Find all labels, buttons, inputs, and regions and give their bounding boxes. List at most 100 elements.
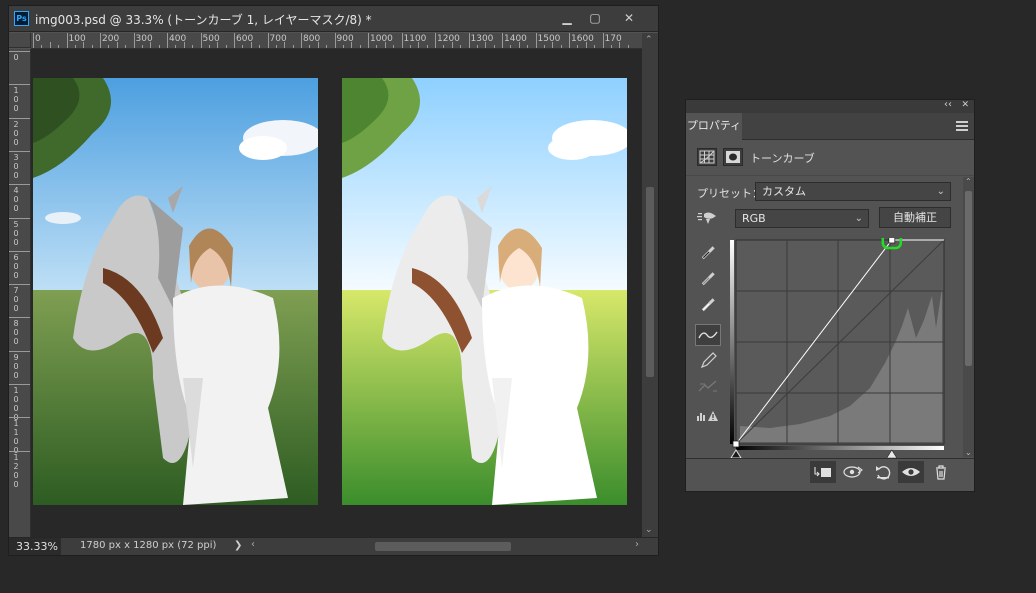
ruler-minor-tick bbox=[74, 45, 76, 48]
ruler-major-tick bbox=[167, 33, 168, 48]
ruler-major-tick bbox=[9, 384, 30, 385]
curves-graph[interactable] bbox=[730, 230, 956, 460]
ruler-minor-tick bbox=[552, 42, 554, 48]
ruler-major-tick bbox=[9, 217, 30, 219]
ruler-major-tick bbox=[9, 51, 30, 52]
ruler-left-label: 1 0 0 bbox=[13, 86, 19, 114]
gray-point-eyedropper[interactable] bbox=[695, 268, 721, 290]
ruler-top-label: 1400 bbox=[504, 34, 527, 44]
horizontal-scroll-thumb[interactable] bbox=[375, 542, 511, 551]
restore-button[interactable]: ▢ bbox=[581, 9, 609, 27]
scroll-up-icon[interactable]: ⌃ bbox=[645, 35, 653, 45]
vertical-ruler[interactable]: 0 1 0 0 2 0 0 3 0 0 4 0 0 5 0 0 6 0 0 7 0 0 8 0 … bbox=[9, 49, 31, 537]
ruler-left-label: 3 0 0 bbox=[13, 152, 19, 180]
document-info: 1780 px x 1280 px (72 ppi) bbox=[80, 540, 217, 551]
scroll-down-icon[interactable]: ⌄ bbox=[965, 448, 972, 457]
ruler-minor-tick bbox=[577, 45, 579, 48]
panel-vertical-scrollbar[interactable]: ⌃ ⌄ bbox=[963, 177, 974, 457]
white-input-slider[interactable] bbox=[886, 449, 898, 459]
ruler-minor-tick bbox=[192, 45, 194, 48]
scroll-down-icon[interactable]: ⌄ bbox=[645, 525, 653, 535]
toggle-visibility-eye-icon[interactable] bbox=[898, 461, 924, 483]
panel-scroll-thumb[interactable] bbox=[965, 191, 972, 366]
ruler-major-tick bbox=[502, 33, 503, 48]
ruler-minor-tick bbox=[376, 45, 378, 48]
layer-mask-icon[interactable] bbox=[723, 148, 743, 166]
ruler-left-label: 9 0 0 bbox=[13, 352, 19, 380]
ruler-minor-tick bbox=[225, 45, 227, 48]
ruler-minor-tick bbox=[460, 45, 462, 48]
ruler-minor-tick bbox=[485, 42, 487, 48]
clip-to-layer-button[interactable] bbox=[810, 461, 836, 483]
curves-adjustment-icon[interactable] bbox=[697, 148, 717, 166]
properties-panel: ‹‹ ✕ プロパティ トーンカーブ プリセット： カスタム ⌄ RGB ⌄ 自動… bbox=[685, 99, 975, 492]
ruler-minor-tick bbox=[493, 45, 495, 48]
smooth-curve-icon[interactable] bbox=[695, 376, 721, 398]
edit-points-tool[interactable] bbox=[695, 324, 721, 346]
ruler-minor-tick bbox=[91, 45, 93, 48]
panel-header-strip[interactable]: ‹‹ ✕ bbox=[686, 99, 974, 113]
clipping-warning-icon[interactable] bbox=[695, 404, 721, 426]
ruler-minor-tick bbox=[141, 45, 143, 48]
black-point-eyedropper[interactable] bbox=[695, 242, 721, 264]
preset-select[interactable]: カスタム ⌄ bbox=[755, 182, 951, 201]
close-button[interactable]: ✕ bbox=[615, 9, 643, 27]
scroll-up-icon[interactable]: ⌃ bbox=[965, 177, 972, 186]
status-menu-arrow-icon[interactable]: ❯ bbox=[234, 540, 242, 551]
ruler-minor-tick bbox=[518, 42, 520, 48]
curve-point-black[interactable] bbox=[732, 440, 740, 448]
ruler-minor-tick bbox=[183, 42, 185, 48]
reset-adjustment-button[interactable] bbox=[870, 461, 896, 483]
ruler-major-tick bbox=[9, 117, 30, 119]
photo-original bbox=[33, 78, 318, 505]
preset-value: カスタム bbox=[762, 185, 806, 198]
ruler-major-tick bbox=[602, 33, 604, 48]
ruler-major-tick bbox=[401, 33, 403, 48]
delete-trash-icon[interactable] bbox=[928, 461, 954, 483]
ruler-origin[interactable] bbox=[9, 33, 31, 48]
horizontal-ruler[interactable]: 0 100 200 300 400 500 600 700 800 900 1000 1100 1200… bbox=[31, 33, 642, 49]
ruler-minor-tick bbox=[543, 45, 545, 48]
preset-label: プリセット： bbox=[697, 187, 763, 200]
black-input-slider[interactable] bbox=[730, 449, 742, 459]
ruler-minor-tick bbox=[510, 45, 512, 48]
document-titlebar[interactable]: Ps img003.psd @ 33.3% (トーンカーブ 1, レイヤーマスク… bbox=[9, 6, 658, 32]
ruler-minor-tick bbox=[326, 45, 328, 48]
ruler-major-tick bbox=[468, 33, 470, 48]
ruler-major-tick bbox=[9, 284, 30, 286]
channel-select[interactable]: RGB ⌄ bbox=[735, 209, 869, 228]
collapse-panel-icon[interactable]: ‹‹ bbox=[944, 99, 952, 110]
canvas-area[interactable] bbox=[31, 49, 642, 537]
ruler-minor-tick bbox=[585, 42, 587, 48]
ruler-minor-tick bbox=[208, 45, 210, 48]
ruler-minor-tick bbox=[409, 45, 411, 48]
document-vertical-scrollbar[interactable]: ⌃ ⌄ bbox=[642, 33, 658, 537]
ruler-minor-tick bbox=[594, 45, 596, 48]
ruler-major-tick bbox=[9, 350, 30, 352]
scroll-right-icon[interactable]: › bbox=[635, 539, 639, 550]
ruler-minor-tick bbox=[217, 42, 219, 48]
scroll-left-icon[interactable]: ‹ bbox=[251, 539, 255, 550]
tab-properties[interactable]: プロパティ bbox=[686, 113, 742, 140]
ruler-minor-tick bbox=[476, 45, 478, 48]
ruler-minor-tick bbox=[527, 45, 529, 48]
ruler-left-label: 6 0 0 bbox=[13, 252, 19, 280]
minimize-button[interactable]: ▁ bbox=[553, 9, 581, 27]
ruler-minor-tick bbox=[41, 45, 43, 48]
document-horizontal-scrollbar[interactable]: ‹ › bbox=[249, 539, 641, 553]
zoom-level-field[interactable]: 33.33% bbox=[9, 538, 61, 555]
view-previous-state-button[interactable] bbox=[840, 461, 866, 483]
auto-button[interactable]: 自動補正 bbox=[879, 207, 951, 228]
ruler-minor-tick bbox=[619, 42, 621, 48]
white-point-eyedropper[interactable] bbox=[695, 294, 721, 316]
close-panel-icon[interactable]: ✕ bbox=[961, 100, 969, 110]
pencil-tool[interactable] bbox=[695, 350, 721, 372]
ruler-top-label: 0 bbox=[35, 34, 41, 44]
ruler-minor-tick bbox=[351, 42, 353, 48]
panel-menu-icon[interactable] bbox=[956, 119, 968, 131]
ruler-minor-tick bbox=[275, 45, 277, 48]
on-image-adjust-tool[interactable] bbox=[695, 207, 721, 229]
ruler-minor-tick bbox=[610, 45, 612, 48]
vertical-scroll-thumb[interactable] bbox=[646, 187, 654, 377]
curve-point[interactable] bbox=[888, 236, 896, 244]
